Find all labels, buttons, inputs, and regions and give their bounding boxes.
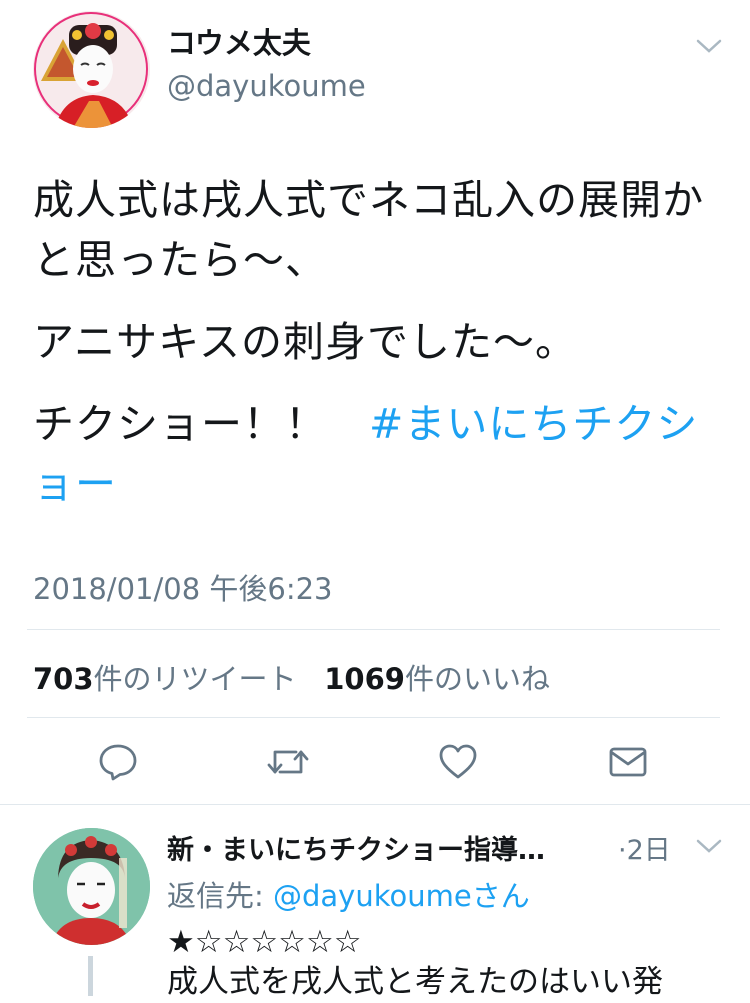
chevron-down-icon[interactable] xyxy=(696,38,722,58)
author-avatar[interactable] xyxy=(33,11,150,128)
reply-time: ·2日 xyxy=(618,835,671,866)
like-icon[interactable] xyxy=(436,740,480,784)
reply-to-handle[interactable]: @dayukoume xyxy=(273,879,472,913)
tweet-stats: 703件のリツイート 1069件のいいね xyxy=(33,656,550,698)
divider xyxy=(27,629,720,630)
tweet-last-line: チクショー！！ xyxy=(33,400,369,448)
retweet-label[interactable]: 件のリツイート xyxy=(94,662,297,696)
reply-to-suffix[interactable]: さん xyxy=(472,879,530,913)
divider xyxy=(27,717,720,718)
tweet-text: 成人式は戌人式でネコ乱入の展開かと思ったら〜、 アニサキスの刺身でした〜。 チク… xyxy=(33,170,713,514)
reply-to-line: 返信先: @dayukoumeさん xyxy=(167,873,530,915)
tweet-paragraph: チクショー！！ #まいにちチクショー xyxy=(33,394,713,514)
reply-avatar[interactable] xyxy=(33,828,150,945)
reply-icon[interactable] xyxy=(96,740,140,784)
reply-display-name[interactable]: 新・まいにちチクショー指導… xyxy=(167,828,545,867)
retweet-icon[interactable] xyxy=(266,740,310,784)
tweet-paragraph: 成人式は戌人式でネコ乱入の展開かと思ったら〜、 xyxy=(33,176,705,284)
dm-icon[interactable] xyxy=(606,740,650,784)
section-divider xyxy=(0,804,750,805)
retweet-count[interactable]: 703 xyxy=(33,662,94,696)
thread-line xyxy=(88,956,93,996)
tweet-paragraph: アニサキスの刺身でした〜。 xyxy=(33,318,577,366)
reply-to-label: 返信先: xyxy=(167,879,273,913)
tweet-timestamp: 2018/01/08 午後6:23 xyxy=(33,572,333,606)
like-count[interactable]: 1069 xyxy=(324,662,405,696)
chevron-down-icon[interactable] xyxy=(696,838,722,858)
reply-text: 成人式を戌人式と考えたのはいい発 xyxy=(167,964,663,1000)
author-display-name[interactable]: コウメ太夫 xyxy=(167,25,311,61)
author-handle[interactable]: @dayukoume xyxy=(167,68,366,104)
reply-rating: ★☆☆☆☆☆☆ xyxy=(167,924,362,960)
like-label[interactable]: 件のいいね xyxy=(405,662,550,696)
